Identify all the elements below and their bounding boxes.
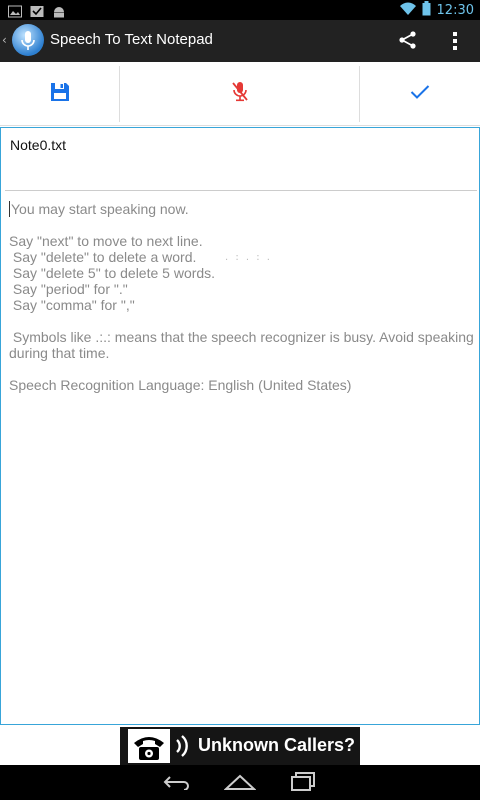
ad-banner[interactable]: Unknown Callers? — [120, 727, 360, 765]
app-title: Speech To Text Notepad — [50, 31, 213, 48]
note-line: Speech Recognition Language: English (Un… — [9, 377, 352, 393]
note-line: You may start speaking now. — [9, 201, 189, 217]
note-editor[interactable]: Note0.txt You may start speaking now. Sa… — [0, 127, 480, 725]
navigation-bar — [0, 765, 480, 800]
filename-text: Note0.txt — [10, 137, 67, 153]
share-icon[interactable] — [398, 30, 418, 50]
recents-icon[interactable] — [290, 772, 316, 796]
save-button[interactable] — [0, 62, 119, 126]
note-line — [9, 313, 474, 329]
phone-icon — [128, 729, 170, 763]
filename-field[interactable]: Note0.txt — [5, 129, 477, 191]
note-line: Say "next" to move to next line. — [9, 233, 203, 249]
note-body[interactable]: You may start speaking now. Say "next" t… — [9, 201, 474, 393]
busy-indicator: . : . : . — [225, 252, 272, 263]
note-line: Say "period" for "." — [9, 281, 128, 297]
checkmark-icon — [410, 84, 430, 104]
clock: 12:30 — [436, 3, 474, 18]
action-bar: ‹ Speech To Text Notepad — [0, 20, 480, 62]
battery-icon — [422, 1, 431, 20]
editor-toolbar — [0, 62, 480, 126]
save-icon — [50, 82, 70, 106]
ad-text: Unknown Callers? — [198, 735, 356, 755]
microphone-button[interactable] — [120, 62, 359, 126]
done-button[interactable] — [360, 62, 480, 126]
note-line: Say "delete 5" to delete 5 words. — [9, 265, 216, 281]
checkmark-notification-icon — [30, 3, 44, 17]
text-cursor — [9, 201, 10, 217]
overflow-menu-icon[interactable] — [450, 30, 460, 52]
status-bar: 12:30 — [0, 0, 480, 20]
back-icon[interactable] — [162, 774, 190, 794]
android-icon — [52, 3, 66, 18]
wifi-icon — [399, 2, 416, 20]
note-line — [9, 217, 474, 233]
up-navigation-icon[interactable]: ‹ — [2, 33, 7, 47]
app-microphone-icon[interactable] — [12, 24, 44, 56]
picture-icon — [8, 3, 22, 18]
ringing-icon — [174, 734, 190, 762]
note-line: Symbols like .:.: means that the speech … — [9, 329, 478, 361]
note-line — [9, 361, 474, 377]
microphone-muted-icon — [230, 81, 250, 107]
home-icon[interactable] — [223, 773, 257, 795]
note-line: Say "comma" for "," — [9, 297, 135, 313]
